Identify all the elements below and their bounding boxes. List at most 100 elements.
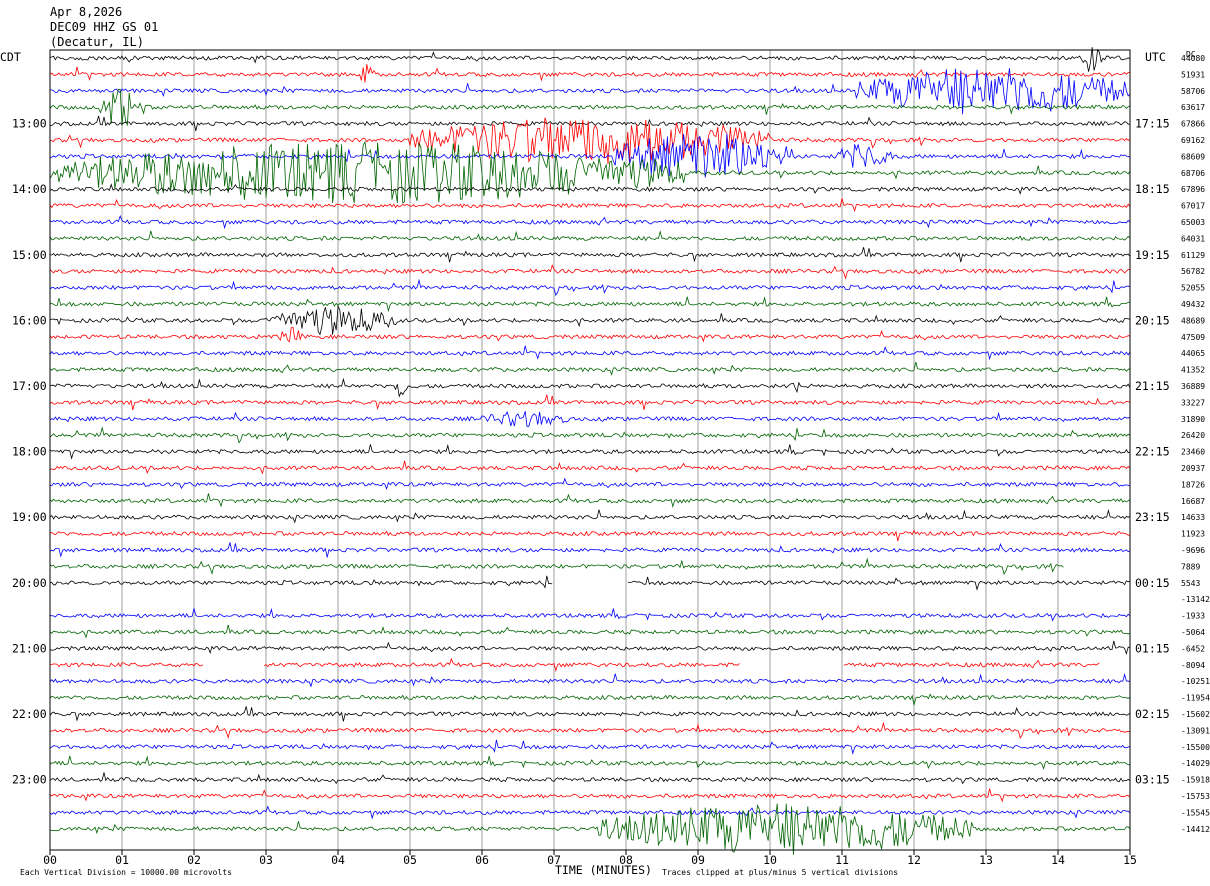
trace-row — [49, 230, 1131, 242]
trace-row — [49, 326, 1131, 343]
trace-offset: 5543 — [1181, 579, 1200, 588]
trace-offset: 31890 — [1181, 415, 1205, 424]
trace-offset: 68609 — [1181, 152, 1205, 161]
trace-row — [49, 345, 1131, 361]
trace-offset: 49432 — [1181, 300, 1205, 309]
trace-offset: -6452 — [1181, 644, 1205, 653]
trace-offset: 67896 — [1181, 185, 1205, 194]
trace-offset: 61129 — [1181, 251, 1205, 260]
left-hour-label: 20:00 — [12, 576, 47, 590]
trace-offset: -13142 — [1181, 595, 1210, 604]
trace-offset: 41352 — [1181, 366, 1205, 375]
trace-row — [49, 557, 1064, 575]
trace-offset: -15545 — [1181, 808, 1210, 817]
trace-row — [49, 296, 1131, 313]
trace-row — [49, 772, 1131, 785]
trace-offset: -11954 — [1181, 694, 1210, 703]
right-timezone-label: UTC — [1145, 50, 1166, 64]
trace-row — [49, 426, 1131, 444]
left-hour-label: 22:00 — [12, 707, 47, 721]
trace-row — [49, 443, 1131, 460]
trace-row — [49, 411, 1131, 427]
trace-offset: 69162 — [1181, 136, 1205, 145]
trace-offset: 44080 — [1181, 54, 1205, 63]
x-axis-title: TIME (MINUTES) — [555, 863, 652, 877]
x-tick-label: 04 — [331, 853, 345, 867]
x-tick-label: 15 — [1123, 853, 1137, 867]
x-tick-label: 10 — [763, 853, 777, 867]
trace-row — [49, 214, 1131, 230]
right-hour-label: 02:15 — [1135, 707, 1170, 721]
left-hour-label: 15:00 — [12, 248, 47, 262]
x-tick-label: 01 — [115, 853, 129, 867]
trace-offset: -5064 — [1181, 628, 1205, 637]
right-hour-label: 21:15 — [1135, 379, 1170, 393]
trace-row — [49, 755, 1131, 770]
right-hour-label: 20:15 — [1135, 313, 1170, 327]
trace-offset: -15753 — [1181, 792, 1210, 801]
trace-offset: 64031 — [1181, 234, 1205, 243]
trace-row — [49, 657, 1100, 672]
helicorder-plot: Apr 8,2026 DEC09 HHZ GS 01 (Decatur, IL)… — [0, 5, 1210, 877]
trace-offset-labels: 44080 51931 58706 63617 67866 69162 68609 68706… — [1181, 54, 1210, 834]
trace-row — [49, 693, 1131, 706]
trace-row — [49, 264, 1131, 280]
x-tick-label: 12 — [907, 853, 921, 867]
trace-offset: 44065 — [1181, 349, 1205, 358]
trace-offset: -8094 — [1181, 661, 1205, 670]
trace-offset: 18726 — [1181, 480, 1205, 489]
trace-offset: -14029 — [1181, 759, 1210, 768]
left-timezone-label: CDT — [0, 50, 21, 64]
x-tick-label: 05 — [403, 853, 417, 867]
trace-offset: -1933 — [1181, 612, 1205, 621]
x-tick-label: 02 — [187, 853, 201, 867]
right-hour-label: 22:15 — [1135, 445, 1170, 459]
right-hour-label: 01:15 — [1135, 641, 1170, 655]
trace-row — [49, 115, 1131, 132]
right-hour-labels: 17:15 18:15 19:15 20:15 21:15 22:15 23:15 00:15… — [1135, 117, 1170, 787]
trace-offset: -14412 — [1181, 825, 1210, 834]
trace-offset: -13091 — [1181, 726, 1210, 735]
station-location: (Decatur, IL) — [50, 35, 144, 49]
left-hour-label: 14:00 — [12, 182, 47, 196]
trace-offset: 33227 — [1181, 398, 1205, 407]
trace-offset: 48689 — [1181, 316, 1205, 325]
trace-offset: 20937 — [1181, 464, 1205, 473]
trace-row — [49, 706, 1131, 722]
left-hour-label: 19:00 — [12, 510, 47, 524]
trace-row — [49, 508, 1131, 524]
record-date: Apr 8,2026 — [50, 5, 122, 19]
trace-offset: 51931 — [1181, 70, 1205, 79]
trace-offset: 63617 — [1181, 103, 1205, 112]
trace-offset: -9696 — [1181, 546, 1205, 555]
x-tick-label: 14 — [1051, 853, 1065, 867]
x-tick-label: 00 — [43, 853, 57, 867]
trace-offset: 65003 — [1181, 218, 1205, 227]
trace-row — [49, 624, 1131, 639]
trace-offset: 67017 — [1181, 202, 1205, 211]
trace-offset: 16687 — [1181, 497, 1205, 506]
right-hour-label: 19:15 — [1135, 248, 1170, 262]
trace-offset: 67866 — [1181, 120, 1205, 129]
trace-offset: 68706 — [1181, 169, 1205, 178]
trace-row — [49, 460, 1131, 475]
x-tick-label: 09 — [691, 853, 705, 867]
trace-row — [49, 640, 1131, 655]
left-hour-label: 21:00 — [12, 641, 47, 655]
trace-row — [49, 477, 1131, 491]
right-hour-label: 00:15 — [1135, 576, 1170, 590]
station-code: DEC09 HHZ GS 01 — [50, 20, 158, 34]
left-hour-label: 23:00 — [12, 773, 47, 787]
trace-offset: 11923 — [1181, 530, 1205, 539]
trace-row — [49, 64, 1131, 83]
trace-row — [49, 247, 1131, 263]
left-hour-label: 16:00 — [12, 313, 47, 327]
trace-row — [49, 304, 1131, 336]
trace-row — [49, 377, 1131, 398]
trace-offset: 56782 — [1181, 267, 1205, 276]
trace-row — [49, 805, 1131, 820]
left-hour-label: 17:00 — [12, 379, 47, 393]
trace-offset: 58706 — [1181, 87, 1205, 96]
trace-offset: 7889 — [1181, 562, 1200, 571]
x-tick-label: 13 — [979, 853, 993, 867]
